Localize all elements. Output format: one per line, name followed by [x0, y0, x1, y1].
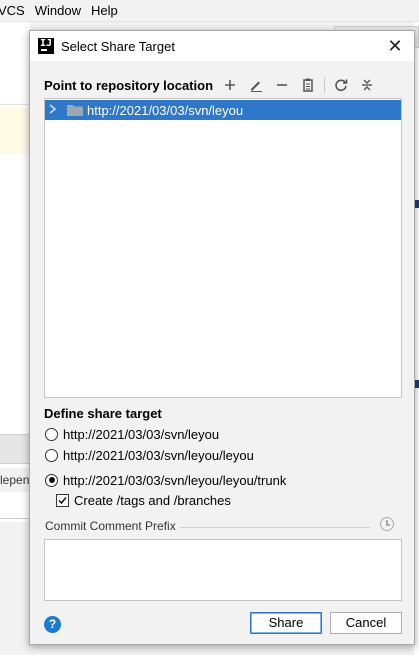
- remove-icon[interactable]: [272, 75, 292, 95]
- repository-toolbar: [220, 75, 383, 95]
- radio-button[interactable]: [45, 448, 58, 462]
- define-share-target-label: Define share target: [44, 406, 162, 421]
- commit-prefix-label: Commit Comment Prefix: [45, 519, 176, 533]
- divider: [0, 518, 30, 519]
- cancel-button[interactable]: Cancel: [330, 612, 402, 634]
- repository-location-label: Point to repository location: [44, 78, 214, 93]
- create-tags-branches-checkbox-row[interactable]: Create /tags and /branches: [56, 491, 231, 509]
- tree-item-label: http://2021/03/03/svn/leyou: [87, 102, 244, 118]
- close-icon[interactable]: ✕: [386, 37, 404, 55]
- dialog-title: Select Share Target: [61, 38, 175, 54]
- background-tab-text: lepen: [0, 468, 30, 492]
- background-editor-pane: lepen: [0, 22, 30, 522]
- refresh-icon[interactable]: [331, 75, 351, 95]
- history-icon[interactable]: [380, 517, 394, 531]
- menu-help[interactable]: Help: [91, 3, 118, 18]
- radio-button-selected[interactable]: [45, 473, 58, 487]
- tree-item[interactable]: http://2021/03/03/svn/leyou: [45, 100, 401, 120]
- share-button[interactable]: Share: [250, 612, 322, 634]
- collapse-icon[interactable]: [357, 75, 377, 95]
- scrollbar[interactable]: [0, 434, 30, 464]
- target-option-1[interactable]: http://2021/03/03/svn/leyou: [45, 425, 219, 443]
- target-option-label: http://2021/03/03/svn/leyou/leyou/trunk: [63, 472, 287, 488]
- target-option-label: http://2021/03/03/svn/leyou/leyou: [63, 447, 254, 463]
- target-option-3[interactable]: http://2021/03/03/svn/leyou/leyou/trunk: [45, 471, 286, 489]
- divider: [0, 104, 30, 105]
- repository-tree[interactable]: http://2021/03/03/svn/leyou: [44, 98, 402, 398]
- create-tags-branches-label: Create /tags and /branches: [74, 492, 231, 508]
- edit-icon[interactable]: [246, 75, 266, 95]
- clipboard-icon[interactable]: [298, 75, 318, 95]
- highlighted-line: [0, 108, 30, 154]
- target-option-2[interactable]: http://2021/03/03/svn/leyou/leyou: [45, 446, 254, 464]
- separator-line: [180, 527, 370, 528]
- menu-window[interactable]: Window: [35, 3, 81, 18]
- chevron-right-icon[interactable]: [49, 103, 61, 117]
- commit-prefix-input[interactable]: [44, 539, 402, 601]
- menu-bar: VCS Window Help: [0, 0, 419, 22]
- toolbar-separator: [324, 77, 325, 93]
- help-icon[interactable]: ?: [44, 616, 61, 633]
- folder-icon: [67, 104, 83, 116]
- title-bar[interactable]: IJ Select Share Target ✕: [30, 31, 414, 61]
- checkbox-checked[interactable]: [56, 493, 69, 507]
- menu-vcs[interactable]: VCS: [0, 3, 25, 18]
- target-option-label: http://2021/03/03/svn/leyou: [63, 426, 220, 442]
- add-icon[interactable]: [220, 75, 240, 95]
- select-share-target-dialog: IJ Select Share Target ✕ Point to reposi…: [29, 30, 415, 645]
- radio-button[interactable]: [45, 427, 58, 441]
- intellij-app-icon: IJ: [38, 38, 54, 54]
